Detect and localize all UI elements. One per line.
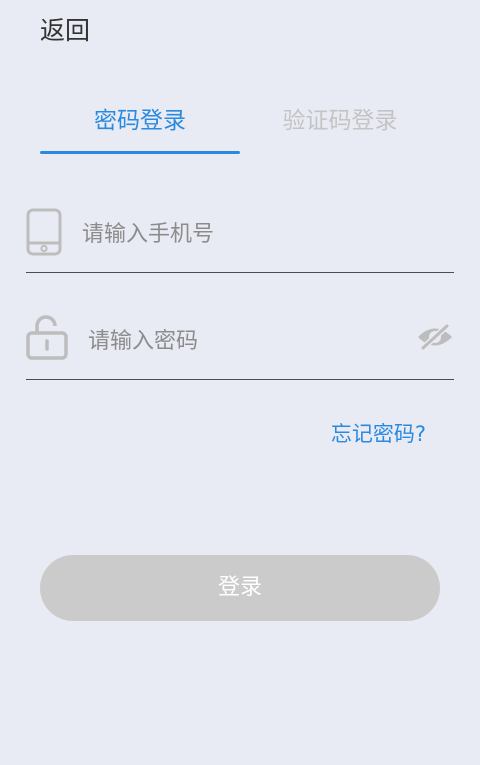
login-tabs: 密码登录 验证码登录: [40, 100, 440, 154]
password-field: [26, 309, 454, 380]
active-tab-indicator: [40, 151, 240, 154]
forgot-password-link[interactable]: 忘记密码?: [331, 418, 426, 450]
tab-label: 验证码登录: [282, 108, 398, 134]
back-button[interactable]: 返回: [40, 14, 90, 48]
tab-password-login[interactable]: 密码登录: [40, 100, 240, 154]
phone-icon: [26, 208, 62, 260]
lock-icon: [26, 315, 68, 365]
login-button[interactable]: 登录: [40, 555, 440, 621]
tab-sms-code-login[interactable]: 验证码登录: [240, 100, 440, 154]
eye-slash-icon[interactable]: [416, 323, 454, 355]
phone-input[interactable]: [82, 212, 392, 256]
password-input[interactable]: [88, 319, 398, 363]
tab-label: 密码登录: [94, 108, 186, 134]
phone-field: [26, 202, 454, 273]
